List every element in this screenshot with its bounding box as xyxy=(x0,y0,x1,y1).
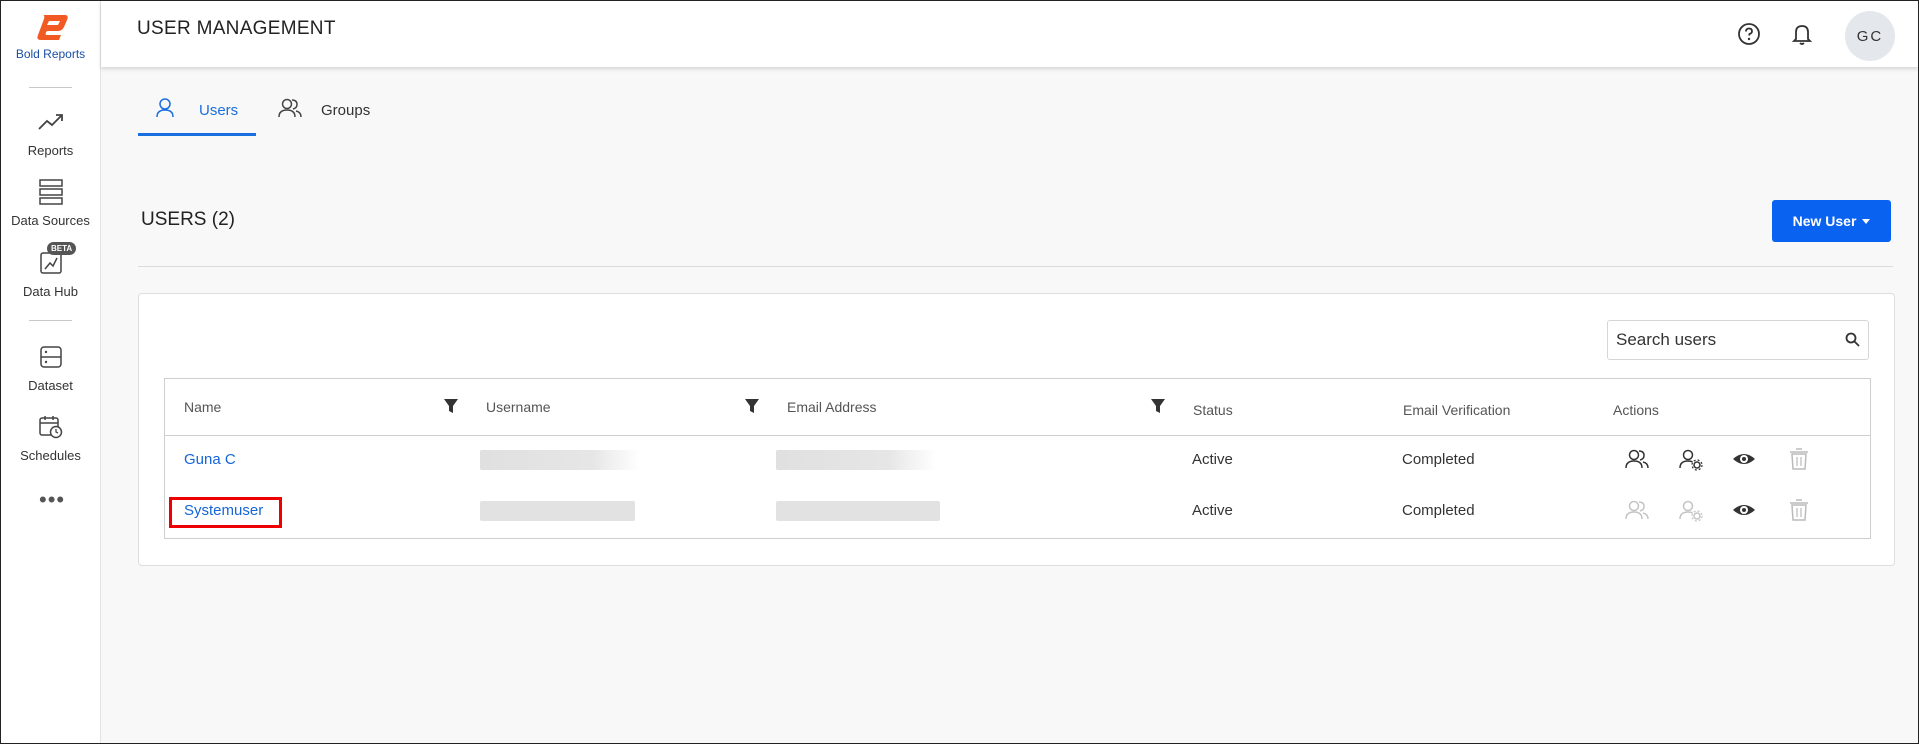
delete-trash-icon xyxy=(1787,498,1811,522)
column-header-email[interactable]: Email Address xyxy=(787,399,876,415)
column-header-name[interactable]: Name xyxy=(184,399,221,415)
column-header-actions: Actions xyxy=(1613,402,1659,418)
table-header: Name Username Email Address Status Email… xyxy=(165,379,1870,436)
new-user-button[interactable]: New User xyxy=(1772,200,1891,242)
bold-reports-logo-icon xyxy=(31,11,71,43)
status-value: Active xyxy=(1192,451,1233,468)
sidebar-item-label: Data Sources xyxy=(11,213,90,228)
user-name-link[interactable]: Guna C xyxy=(184,451,236,468)
notification-bell-icon[interactable] xyxy=(1789,21,1815,47)
section-divider xyxy=(138,266,1893,267)
redacted-username xyxy=(480,450,640,470)
filter-icon[interactable] xyxy=(443,398,459,419)
data-hub-icon: BETA xyxy=(1,242,100,278)
view-eye-icon[interactable] xyxy=(1732,498,1756,522)
tab-groups[interactable]: Groups xyxy=(276,96,376,136)
database-icon xyxy=(1,177,100,207)
redacted-email xyxy=(776,501,940,521)
sidebar: Bold Reports Reports Data Sources BETA D… xyxy=(1,1,101,743)
more-options-icon[interactable]: ••• xyxy=(39,489,65,511)
sidebar-divider xyxy=(29,320,72,321)
user-settings-icon[interactable] xyxy=(1679,447,1703,471)
users-table: Name Username Email Address Status Email… xyxy=(164,378,1871,539)
sidebar-divider xyxy=(29,87,72,88)
dataset-icon xyxy=(1,342,100,372)
top-header: USER MANAGEMENT GC xyxy=(101,1,1918,67)
calendar-clock-icon xyxy=(1,412,100,442)
table-row: Guna C Active Completed xyxy=(165,436,1870,486)
search-icon[interactable] xyxy=(1845,332,1860,352)
tab-label: Users xyxy=(199,102,239,119)
trend-icon xyxy=(1,107,100,137)
sidebar-item-reports[interactable]: Reports xyxy=(1,107,100,158)
tab-users[interactable]: Users xyxy=(138,96,256,136)
sidebar-item-data-hub[interactable]: BETA Data Hub xyxy=(1,242,100,299)
sidebar-item-label: Dataset xyxy=(28,378,73,393)
view-eye-icon[interactable] xyxy=(1732,447,1756,471)
user-icon xyxy=(155,97,175,124)
brand-name: Bold Reports xyxy=(15,47,86,61)
users-section-title: USERS (2) xyxy=(141,209,235,230)
sidebar-item-label: Data Hub xyxy=(23,284,78,299)
search-box xyxy=(1607,320,1869,360)
brand[interactable]: Bold Reports xyxy=(1,11,100,61)
sidebar-item-schedules[interactable]: Schedules xyxy=(1,412,100,463)
new-user-button-label: New User xyxy=(1792,213,1857,229)
avatar[interactable]: GC xyxy=(1845,11,1895,61)
tab-label: Groups xyxy=(321,102,371,119)
manage-groups-icon xyxy=(1625,498,1649,522)
active-tab-indicator xyxy=(138,133,256,136)
verification-value: Completed xyxy=(1402,502,1475,519)
highlight-box xyxy=(169,497,282,528)
sidebar-item-data-sources[interactable]: Data Sources xyxy=(1,177,100,228)
page-title: USER MANAGEMENT xyxy=(137,18,336,39)
sidebar-item-dataset[interactable]: Dataset xyxy=(1,342,100,393)
table-row: Systemuser Active Completed xyxy=(165,487,1870,537)
column-header-email-verification[interactable]: Email Verification xyxy=(1403,402,1510,418)
sidebar-item-label: Schedules xyxy=(20,448,81,463)
help-icon[interactable] xyxy=(1736,21,1762,47)
group-icon xyxy=(278,97,302,124)
redacted-username xyxy=(480,501,635,521)
status-value: Active xyxy=(1192,502,1233,519)
column-header-status[interactable]: Status xyxy=(1193,402,1233,418)
user-settings-icon xyxy=(1679,498,1703,522)
caret-down-icon xyxy=(1862,218,1871,224)
beta-badge: BETA xyxy=(47,242,77,255)
filter-icon[interactable] xyxy=(744,398,760,419)
sidebar-item-label: Reports xyxy=(27,143,74,158)
search-input[interactable] xyxy=(1614,321,1838,359)
manage-groups-icon[interactable] xyxy=(1625,447,1649,471)
redacted-email xyxy=(776,450,936,470)
verification-value: Completed xyxy=(1402,451,1475,468)
column-header-username[interactable]: Username xyxy=(486,399,551,415)
delete-trash-icon[interactable] xyxy=(1787,447,1811,471)
filter-icon[interactable] xyxy=(1150,398,1166,419)
